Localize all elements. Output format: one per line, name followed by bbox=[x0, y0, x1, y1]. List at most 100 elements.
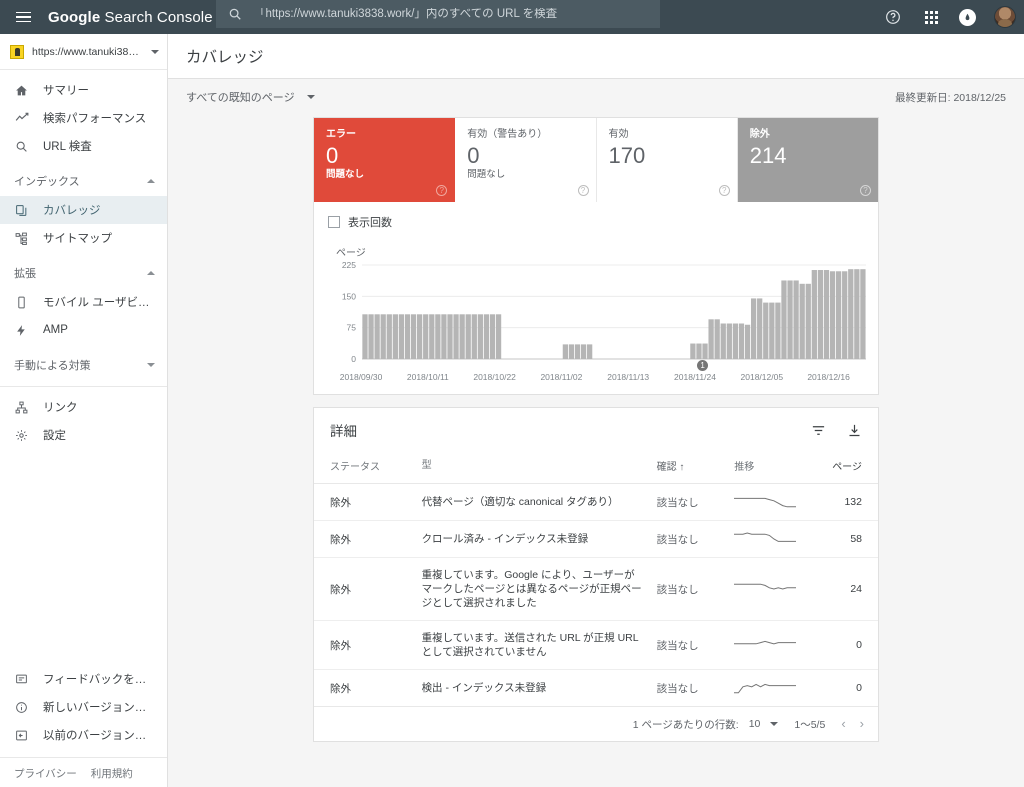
chart-x-tick: 2018/11/24 bbox=[674, 372, 716, 382]
sidebar-item-label: URL 検査 bbox=[43, 141, 92, 153]
page-title: カバレッジ bbox=[186, 49, 264, 66]
status-card-error[interactable]: エラー 0 問題なし ? bbox=[314, 118, 456, 202]
cell-status: 除外 bbox=[314, 557, 422, 621]
table-header-row: ステータス 型 確認 ↑ 推移 ページ bbox=[314, 452, 878, 484]
impressions-checkbox-row[interactable]: 表示回数 bbox=[328, 214, 864, 230]
sidebar-footer: フィードバックを送信 新しいバージョンについて 以前のバージョンに戻す プライバ… bbox=[0, 665, 167, 787]
sidebar-section-enhancements[interactable]: 拡張 bbox=[0, 258, 167, 288]
chevron-down-icon bbox=[770, 722, 779, 726]
help-icon[interactable]: ? bbox=[436, 185, 448, 196]
search-input[interactable] bbox=[254, 8, 660, 20]
details-table-body: 除外 代替ページ（適切な canonical タグあり） 該当なし 132 除外 クロール… bbox=[314, 483, 878, 707]
hamburger-menu-icon[interactable] bbox=[6, 0, 40, 34]
sidebar-item-return-old-version[interactable]: 以前のバージョンに戻す bbox=[0, 721, 167, 749]
page-header: カバレッジ bbox=[168, 34, 1024, 79]
chart-x-tick: 2018/12/16 bbox=[807, 372, 850, 382]
column-status[interactable]: ステータス bbox=[314, 452, 422, 484]
sidebar-item-coverage[interactable]: カバレッジ bbox=[0, 196, 167, 224]
chart-y-axis-title: ページ bbox=[336, 248, 366, 259]
help-icon[interactable]: ? bbox=[718, 185, 730, 196]
brand-product: Search Console bbox=[100, 8, 213, 26]
status-card-value: 214 bbox=[749, 143, 787, 168]
cell-status: 除外 bbox=[314, 620, 422, 670]
status-card-excluded[interactable]: 除外 214 ? bbox=[737, 118, 878, 202]
sidebar-item-label: モバイル ユーザビリティ bbox=[43, 297, 157, 309]
sidebar-section-label: 手動による対策 bbox=[14, 360, 91, 372]
chart-x-tick: 2018/09/30 bbox=[339, 372, 383, 382]
cell-type: 検出 - インデックス未登録 bbox=[421, 669, 657, 707]
chart-annotation-marker[interactable]: 1 bbox=[697, 360, 709, 371]
status-card-valid[interactable]: 有効 170 ? bbox=[597, 118, 738, 202]
details-title: 詳細 bbox=[330, 424, 357, 439]
next-page-button[interactable]: › bbox=[860, 717, 864, 730]
column-pages[interactable]: ページ bbox=[816, 452, 878, 484]
trend-sparkline bbox=[734, 583, 797, 590]
chevron-up-icon bbox=[147, 179, 155, 183]
sidebar-item-links[interactable]: リンク bbox=[0, 393, 167, 421]
chevron-down-icon bbox=[306, 95, 315, 99]
column-trend[interactable]: 推移 bbox=[734, 452, 817, 484]
sidebar-item-amp[interactable]: AMP bbox=[0, 316, 167, 344]
status-card-sub: 問題なし bbox=[467, 169, 506, 180]
status-card-label: 有効 bbox=[608, 129, 629, 140]
sidebar-divider bbox=[0, 386, 167, 387]
filter-icon[interactable] bbox=[810, 422, 826, 438]
rows-per-page-label: 1 ページあたりの行数: bbox=[632, 718, 739, 731]
details-table-head: ステータス 型 確認 ↑ 推移 ページ bbox=[314, 452, 878, 484]
back-version-icon bbox=[14, 728, 29, 743]
help-icon[interactable] bbox=[883, 7, 903, 27]
svg-text:225: 225 bbox=[342, 261, 356, 270]
user-avatar[interactable] bbox=[994, 6, 1016, 28]
table-row[interactable]: 除外 クロール済み - インデックス未登録 該当なし 58 bbox=[314, 520, 878, 558]
column-type[interactable]: 型 bbox=[421, 452, 657, 484]
cell-pages: 58 bbox=[816, 520, 878, 558]
analytics-icon bbox=[14, 111, 29, 126]
sidebar-item-about-new-version[interactable]: 新しいバージョンについて bbox=[0, 693, 167, 721]
sidebar-section-manual-actions[interactable]: 手動による対策 bbox=[0, 350, 167, 380]
sidebar-item-summary[interactable]: サマリー bbox=[0, 76, 167, 104]
site-selector[interactable]: https://www.tanuki3838.... bbox=[0, 34, 167, 70]
sidebar-item-search-performance[interactable]: 検索パフォーマンス bbox=[0, 104, 167, 132]
cell-type: クロール済み - インデックス未登録 bbox=[421, 520, 657, 558]
download-icon[interactable] bbox=[846, 422, 862, 438]
privacy-link[interactable]: プライバシー bbox=[14, 766, 77, 781]
apps-grid-icon[interactable] bbox=[921, 7, 941, 27]
status-card-valid-with-warnings[interactable]: 有効（警告あり） 0 問題なし ? bbox=[455, 118, 597, 202]
table-row[interactable]: 除外 検出 - インデックス未登録 該当なし 0 bbox=[314, 669, 878, 707]
column-validation[interactable]: 確認 ↑ bbox=[656, 452, 735, 484]
search-icon bbox=[228, 7, 242, 21]
cell-trend bbox=[734, 520, 817, 558]
table-row[interactable]: 除外 代替ページ（適切な canonical タグあり） 該当なし 132 bbox=[314, 483, 878, 521]
help-icon[interactable]: ? bbox=[860, 185, 871, 196]
sidebar-section-index[interactable]: インデックス bbox=[0, 166, 167, 196]
gear-icon bbox=[14, 428, 29, 443]
page-filter-dropdown[interactable]: すべての既知のページ bbox=[186, 89, 315, 105]
sidebar: https://www.tanuki3838.... サマリー 検索パフォーマン… bbox=[0, 34, 168, 787]
rows-per-page-selector[interactable]: 1 ページあたりの行数: 10 bbox=[633, 717, 779, 732]
sidebar-item-label: 新しいバージョンについて bbox=[43, 702, 157, 714]
table-row[interactable]: 除外 重複しています。送信された URL が正規 URL として選択されていません… bbox=[314, 620, 878, 670]
terms-link[interactable]: 利用規約 bbox=[91, 766, 133, 781]
impressions-checkbox[interactable] bbox=[328, 216, 340, 228]
page-filter-label: すべての既知のページ bbox=[186, 92, 295, 104]
notification-icon[interactable] bbox=[959, 8, 976, 26]
url-inspection-search[interactable] bbox=[216, 0, 660, 28]
sidebar-item-url-inspection[interactable]: URL 検査 bbox=[0, 132, 167, 160]
top-app-bar: Google Search Console bbox=[0, 0, 1024, 34]
sidebar-item-label: 検索パフォーマンス bbox=[43, 113, 147, 125]
sidebar-item-mobile-usability[interactable]: モバイル ユーザビリティ bbox=[0, 288, 167, 316]
table-row[interactable]: 除外 重複しています。Google により、ユーザーがマークしたページとは異なるペ… bbox=[314, 557, 878, 621]
status-cards: エラー 0 問題なし ? 有効（警告あり） 0 問題なし ? 有効 170 ? … bbox=[314, 118, 878, 202]
help-icon[interactable]: ? bbox=[577, 185, 589, 196]
prev-page-button[interactable]: ‹ bbox=[841, 717, 845, 730]
cell-trend bbox=[734, 483, 817, 521]
details-actions bbox=[810, 422, 862, 438]
trend-sparkline bbox=[734, 683, 797, 694]
sidebar-item-sitemaps[interactable]: サイトマップ bbox=[0, 224, 167, 252]
sidebar-item-label: サマリー bbox=[43, 85, 89, 97]
sidebar-item-send-feedback[interactable]: フィードバックを送信 bbox=[0, 665, 167, 693]
sidebar-item-settings[interactable]: 設定 bbox=[0, 421, 167, 449]
cell-status: 除外 bbox=[314, 669, 422, 707]
cell-trend bbox=[734, 669, 817, 707]
cell-trend bbox=[734, 557, 817, 621]
